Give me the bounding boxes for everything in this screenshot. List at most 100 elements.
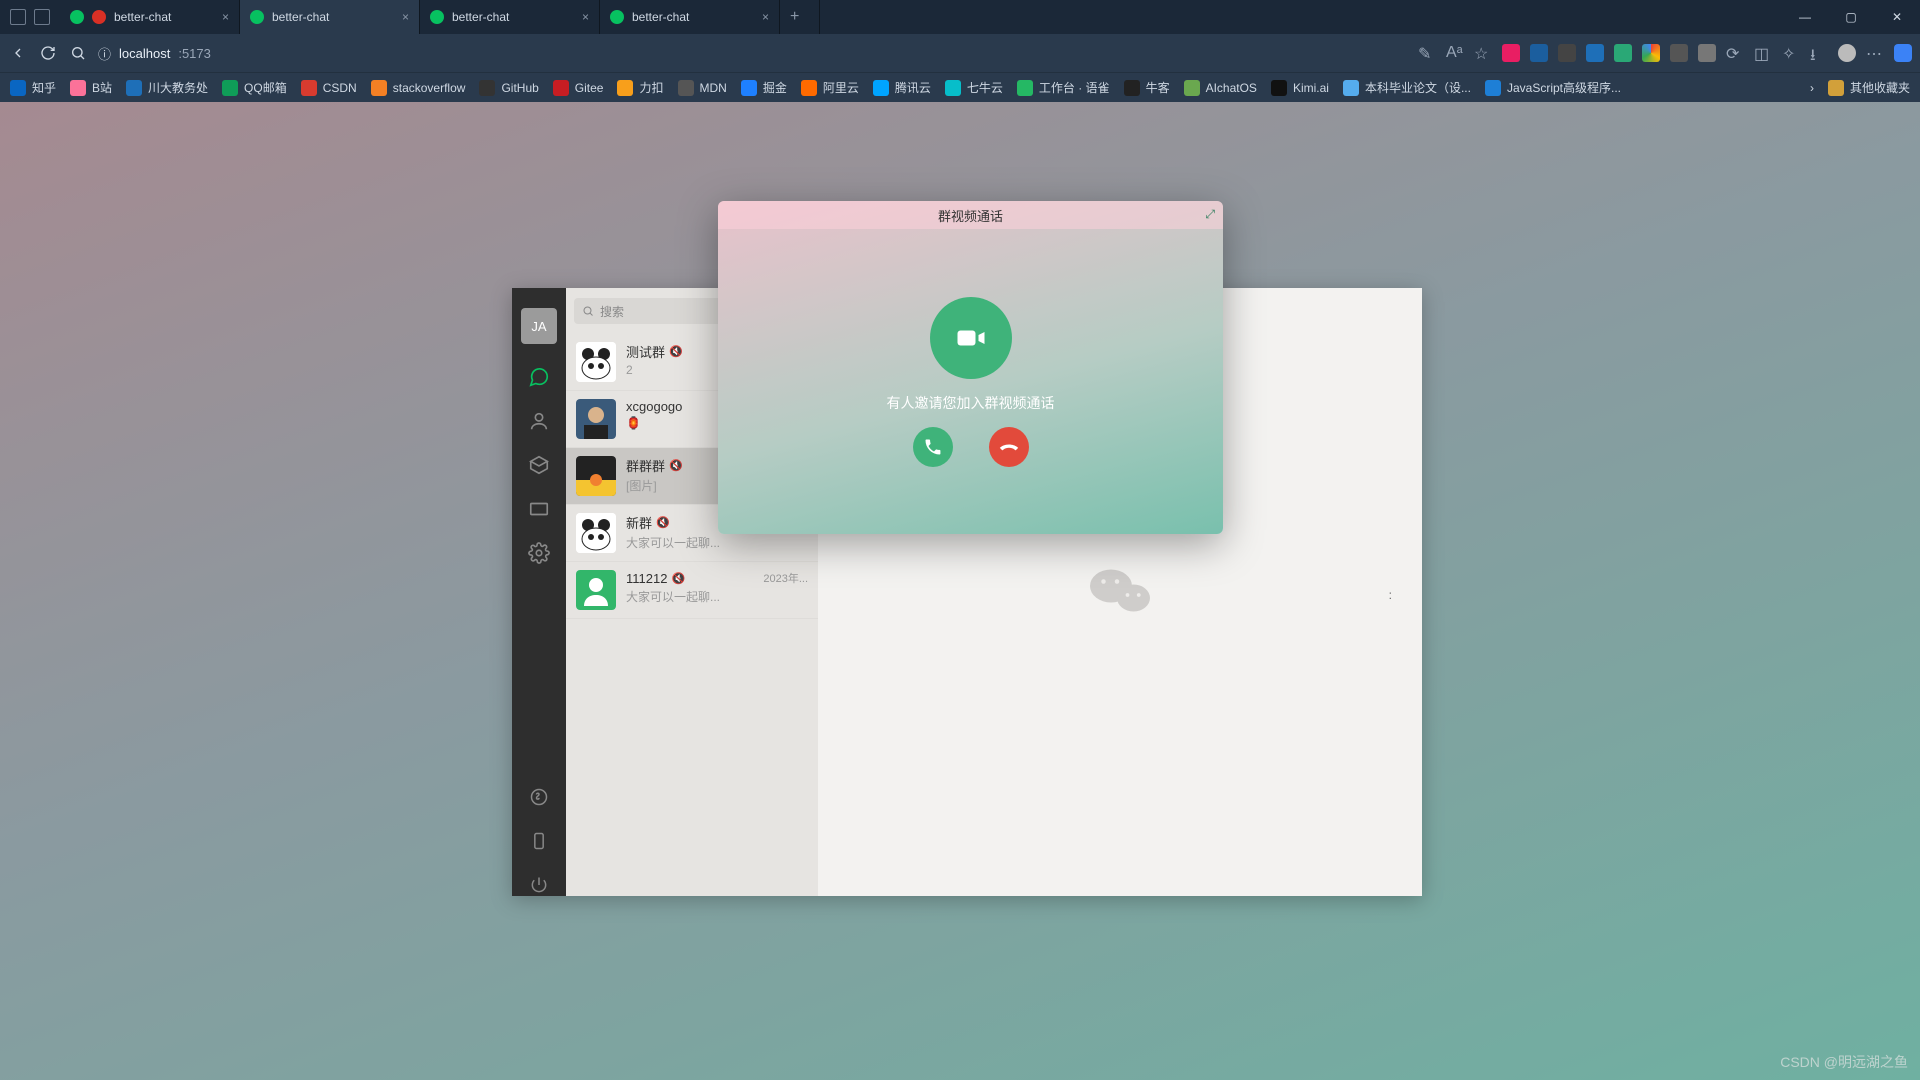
bookmark-item[interactable]: 掘金 xyxy=(741,79,787,96)
browser-toolbar: ⓘ localhost:5173 ✎ Aᵃ ☆ ⟳ ◫ ✧ ⭳ ⋯ xyxy=(0,34,1920,72)
extension-icon-7[interactable] xyxy=(1670,44,1688,62)
conversation-avatar xyxy=(576,342,616,382)
bookmark-item[interactable]: stackoverflow xyxy=(371,79,466,96)
app-sidebar: JA xyxy=(512,288,566,896)
conversation-item[interactable]: 111212🔇2023年...大家可以一起聊... xyxy=(566,562,818,619)
extension-icon-4[interactable] xyxy=(1586,44,1604,62)
bookmark-folder-other[interactable]: 其他收藏夹 xyxy=(1828,79,1910,96)
bookmark-label: 掘金 xyxy=(763,79,787,96)
settings-nav-icon[interactable] xyxy=(528,542,550,564)
bookmark-favicon-icon xyxy=(1485,80,1501,96)
close-tab-icon[interactable]: × xyxy=(402,10,409,24)
bookmark-item[interactable]: 川大教务处 xyxy=(126,79,208,96)
window-tab-actions-icon[interactable] xyxy=(10,9,26,25)
extension-icon-1[interactable] xyxy=(1502,44,1520,62)
conversation-name: 测试群 xyxy=(626,342,665,361)
browser-tab-3[interactable]: better-chat × xyxy=(600,0,780,34)
phone-down-icon xyxy=(999,437,1019,457)
bookmark-label: CSDN xyxy=(323,81,357,95)
bookmark-item[interactable]: QQ邮箱 xyxy=(222,79,287,96)
wechat-favicon-icon xyxy=(610,10,624,24)
tea-icon: 🏮 xyxy=(626,416,641,430)
window-tab-overview-icon[interactable] xyxy=(34,9,50,25)
modal-title: 群视频通话 xyxy=(938,206,1003,225)
close-window-button[interactable]: ✕ xyxy=(1874,0,1920,34)
browser-tab-2[interactable]: better-chat × xyxy=(420,0,600,34)
address-bar[interactable]: ⓘ localhost:5173 xyxy=(98,44,1408,63)
close-tab-icon[interactable]: × xyxy=(222,10,229,24)
chats-nav-icon[interactable] xyxy=(528,366,550,388)
bookmark-item[interactable]: GitHub xyxy=(479,79,538,96)
bookmark-favicon-icon xyxy=(553,80,569,96)
browser-tab-0[interactable]: better-chat × xyxy=(60,0,240,34)
close-tab-icon[interactable]: × xyxy=(762,10,769,24)
extension-icon-5[interactable] xyxy=(1614,44,1632,62)
files-nav-icon[interactable] xyxy=(528,498,550,520)
bookmark-item[interactable]: 牛客 xyxy=(1124,79,1170,96)
mini-program-nav-icon[interactable] xyxy=(528,786,550,808)
bookmark-favicon-icon xyxy=(70,80,86,96)
bookmark-item[interactable]: 工作台 · 语雀 xyxy=(1017,79,1110,96)
mute-icon: 🔇 xyxy=(669,459,683,472)
bookmark-item[interactable]: 知乎 xyxy=(10,79,56,96)
bookmark-favicon-icon xyxy=(1124,80,1140,96)
phone-nav-icon[interactable] xyxy=(528,830,550,852)
bookmark-item[interactable]: 七牛云 xyxy=(945,79,1003,96)
collections-icon[interactable]: ✧ xyxy=(1782,44,1800,62)
favorite-icon[interactable]: ☆ xyxy=(1474,44,1492,62)
extensions-menu-icon[interactable]: ⟳ xyxy=(1726,44,1744,62)
extension-icon-8[interactable] xyxy=(1698,44,1716,62)
split-screen-icon[interactable]: ◫ xyxy=(1754,44,1772,62)
site-info-icon[interactable]: ⓘ xyxy=(98,44,111,63)
minimize-button[interactable]: ― xyxy=(1782,0,1828,34)
user-avatar[interactable]: JA xyxy=(521,308,557,344)
more-menu-icon[interactable]: ⋯ xyxy=(1866,44,1884,62)
bookmark-favicon-icon xyxy=(873,80,889,96)
bookmark-item[interactable]: 腾讯云 xyxy=(873,79,931,96)
back-button[interactable] xyxy=(8,43,28,63)
bookmark-label: 牛客 xyxy=(1146,79,1170,96)
collect-nav-icon[interactable] xyxy=(528,454,550,476)
extension-icon-6[interactable] xyxy=(1642,44,1660,62)
copilot-icon[interactable] xyxy=(1894,44,1912,62)
extension-icon-2[interactable] xyxy=(1530,44,1548,62)
bookmark-item[interactable]: 本科毕业论文（设... xyxy=(1343,79,1471,96)
bookmark-label: 工作台 · 语雀 xyxy=(1039,79,1110,96)
expand-icon[interactable]: ⤢ xyxy=(1205,207,1215,222)
bookmark-item[interactable]: Kimi.ai xyxy=(1271,79,1329,96)
reject-call-button[interactable] xyxy=(989,427,1029,467)
contacts-nav-icon[interactable] xyxy=(528,410,550,432)
new-tab-button[interactable]: + xyxy=(780,0,820,34)
search-button[interactable] xyxy=(68,43,88,63)
accept-call-button[interactable] xyxy=(913,427,953,467)
close-tab-icon[interactable]: × xyxy=(582,10,589,24)
bookmark-item[interactable]: JavaScript高级程序... xyxy=(1485,79,1621,96)
bookmark-item[interactable]: 力扣 xyxy=(617,79,663,96)
tab-title: better-chat xyxy=(114,10,171,24)
bookmarks-overflow-icon[interactable]: › xyxy=(1810,81,1814,95)
profile-avatar[interactable] xyxy=(1838,44,1856,62)
plus-icon: + xyxy=(790,8,799,26)
bookmark-item[interactable]: B站 xyxy=(70,79,112,96)
bookmark-item[interactable]: AIchatOS xyxy=(1184,79,1257,96)
bookmark-item[interactable]: MDN xyxy=(678,79,727,96)
maximize-button[interactable]: ▢ xyxy=(1828,0,1874,34)
power-nav-icon[interactable] xyxy=(528,874,550,896)
call-invite-message: 有人邀请您加入群视频通话 xyxy=(887,393,1055,413)
conversation-name: 111212 xyxy=(626,571,667,586)
read-aloud-icon[interactable]: Aᵃ xyxy=(1446,44,1464,62)
tab-title: better-chat xyxy=(272,10,329,24)
phone-icon xyxy=(923,437,943,457)
bookmark-item[interactable]: CSDN xyxy=(301,79,357,96)
bookmark-item[interactable]: 阿里云 xyxy=(801,79,859,96)
bookmark-item[interactable]: Gitee xyxy=(553,79,604,96)
downloads-icon[interactable]: ⭳ xyxy=(1810,44,1828,62)
url-port: :5173 xyxy=(178,46,211,61)
browser-tab-1[interactable]: better-chat × xyxy=(240,0,420,34)
extension-icon-3[interactable] xyxy=(1558,44,1576,62)
modal-titlebar[interactable]: 群视频通话 ⤢ xyxy=(718,201,1223,229)
bookmark-label: Gitee xyxy=(575,81,604,95)
bookmark-favicon-icon xyxy=(126,80,142,96)
edit-icon[interactable]: ✎ xyxy=(1418,44,1436,62)
refresh-button[interactable] xyxy=(38,43,58,63)
